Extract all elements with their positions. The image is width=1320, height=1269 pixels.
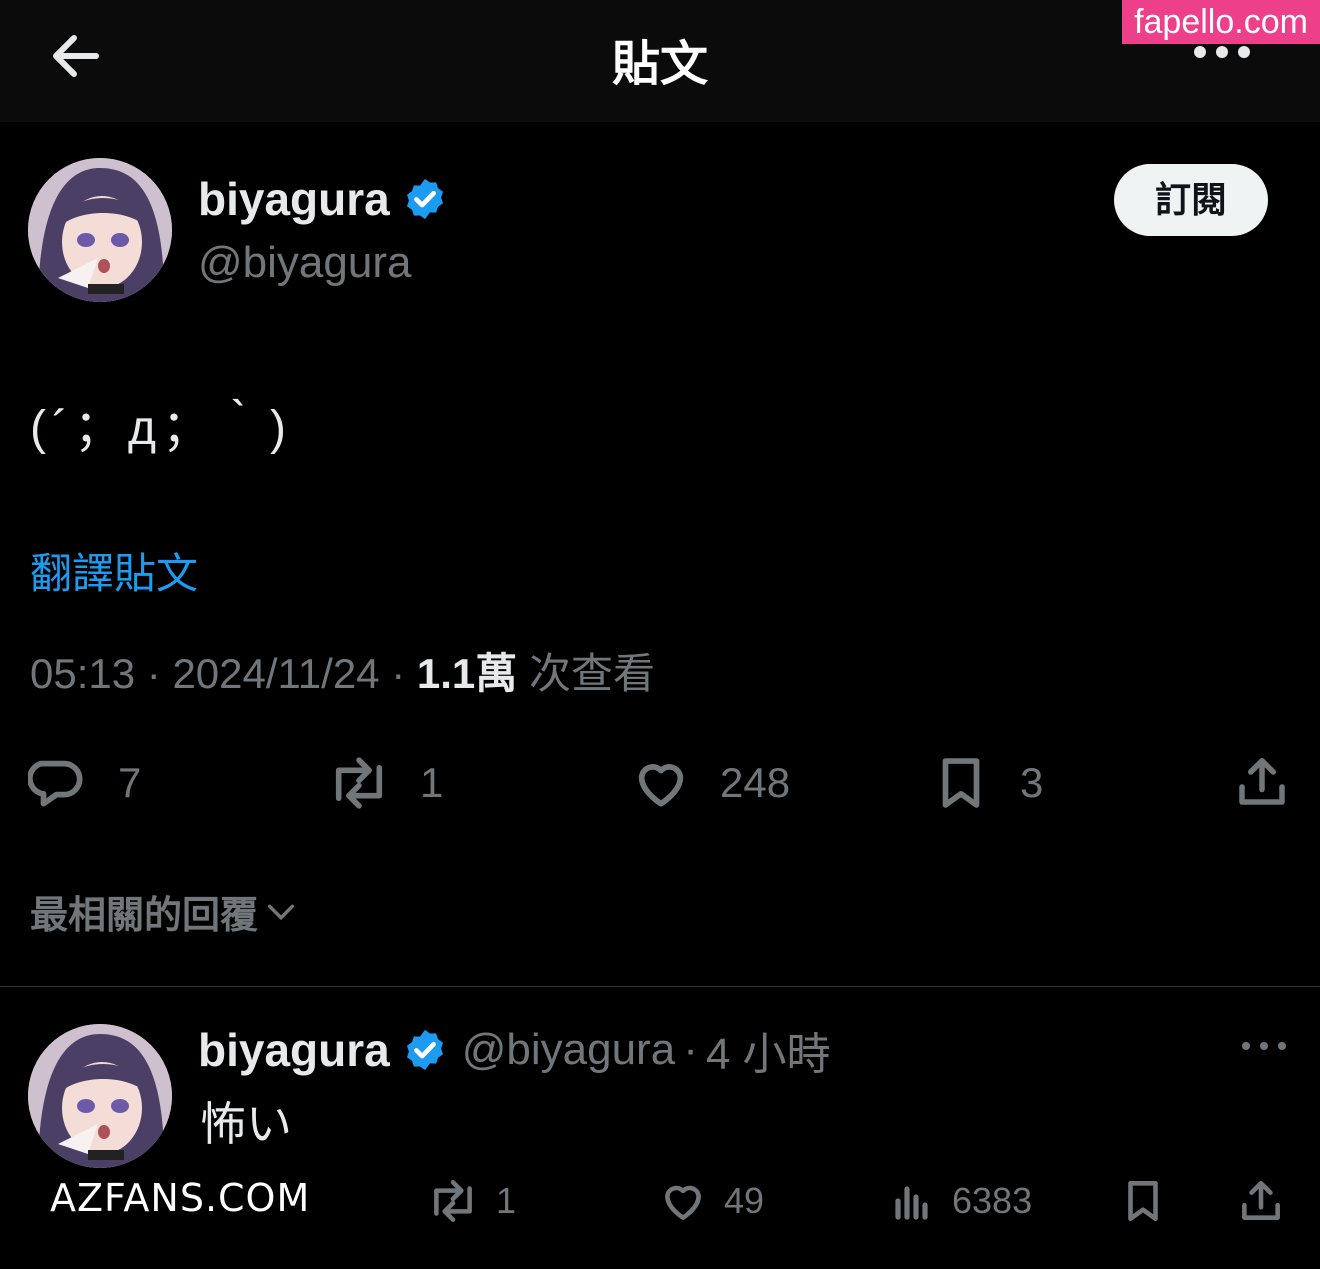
repost-count: 1 bbox=[420, 759, 444, 806]
reply-like-button[interactable]: 49 bbox=[658, 1176, 764, 1226]
share-icon bbox=[1242, 1181, 1280, 1220]
meta-separator: · bbox=[683, 1025, 698, 1074]
reply-header: biyagura @biyagura · 4 小時 bbox=[198, 1018, 831, 1082]
reply-count: 7 bbox=[118, 759, 142, 806]
watermark-bottom: AZFANS.COM bbox=[50, 1176, 311, 1220]
reply-text: 怖い bbox=[200, 1098, 292, 1150]
chevron-down-icon bbox=[267, 904, 295, 920]
meta-separator: · bbox=[146, 650, 161, 697]
replies-sort-label: 最相關的回覆 bbox=[30, 895, 259, 937]
analytics-icon bbox=[895, 1186, 928, 1220]
author-handle[interactable]: @biyagura bbox=[198, 238, 411, 288]
reply-handle[interactable]: @biyagura bbox=[462, 1025, 675, 1075]
post-text: (´；д；｀) bbox=[30, 402, 292, 455]
display-name[interactable]: biyagura bbox=[198, 172, 390, 226]
reply-views-button[interactable]: 6383 bbox=[888, 1176, 1032, 1226]
share-button[interactable] bbox=[1232, 752, 1292, 812]
reply-repost-button[interactable]: 1 bbox=[426, 1176, 516, 1226]
repost-icon bbox=[335, 757, 383, 809]
post-meta: 05:13 · 2024/11/24 · 1.1萬 次查看 bbox=[30, 640, 655, 701]
heart-icon bbox=[665, 1185, 701, 1220]
back-arrow-icon[interactable] bbox=[44, 24, 108, 88]
author-name-row: biyagura bbox=[198, 172, 448, 226]
repost-icon bbox=[434, 1180, 472, 1222]
verified-badge-icon bbox=[406, 178, 443, 220]
verified-badge-icon bbox=[406, 1029, 443, 1071]
heart-icon bbox=[638, 764, 684, 807]
reply-display-name[interactable]: biyagura bbox=[198, 1023, 390, 1077]
reply-avatar[interactable] bbox=[28, 1024, 172, 1168]
bookmark-icon bbox=[1128, 1181, 1158, 1221]
post-time: 05:13 bbox=[30, 650, 136, 697]
reply-icon bbox=[28, 760, 83, 807]
views-label: 次查看 bbox=[528, 650, 655, 697]
reply-views-count: 6383 bbox=[952, 1180, 1033, 1221]
reply-age[interactable]: 4 小時 bbox=[706, 1018, 831, 1082]
replies-sort-dropdown[interactable]: 最相關的回覆 bbox=[30, 884, 298, 939]
reply-share-button[interactable] bbox=[1236, 1176, 1286, 1226]
bookmark-button[interactable]: 3 bbox=[930, 752, 1043, 814]
like-button[interactable]: 248 bbox=[630, 752, 790, 814]
divider bbox=[0, 986, 1320, 987]
like-count: 248 bbox=[720, 759, 791, 806]
repost-button[interactable]: 1 bbox=[326, 752, 443, 814]
avatar[interactable] bbox=[28, 158, 172, 302]
bookmark-icon bbox=[942, 758, 980, 808]
share-icon bbox=[1239, 758, 1285, 805]
reply-button[interactable]: 7 bbox=[28, 752, 141, 814]
post-date[interactable]: 2024/11/24 bbox=[172, 650, 379, 697]
reply-more-icon[interactable] bbox=[1240, 1036, 1288, 1056]
watermark-top: fapello.com bbox=[1122, 0, 1320, 44]
reply-bookmark-button[interactable] bbox=[1118, 1176, 1168, 1226]
reply-repost-count: 1 bbox=[496, 1180, 517, 1221]
reply-like-count: 49 bbox=[724, 1180, 765, 1221]
subscribe-button[interactable]: 訂閱 bbox=[1114, 164, 1268, 236]
meta-separator: · bbox=[391, 650, 406, 697]
views-count: 1.1萬 bbox=[416, 650, 518, 697]
translate-post-link[interactable]: 翻譯貼文 bbox=[30, 540, 198, 601]
bookmark-count: 3 bbox=[1020, 759, 1044, 806]
